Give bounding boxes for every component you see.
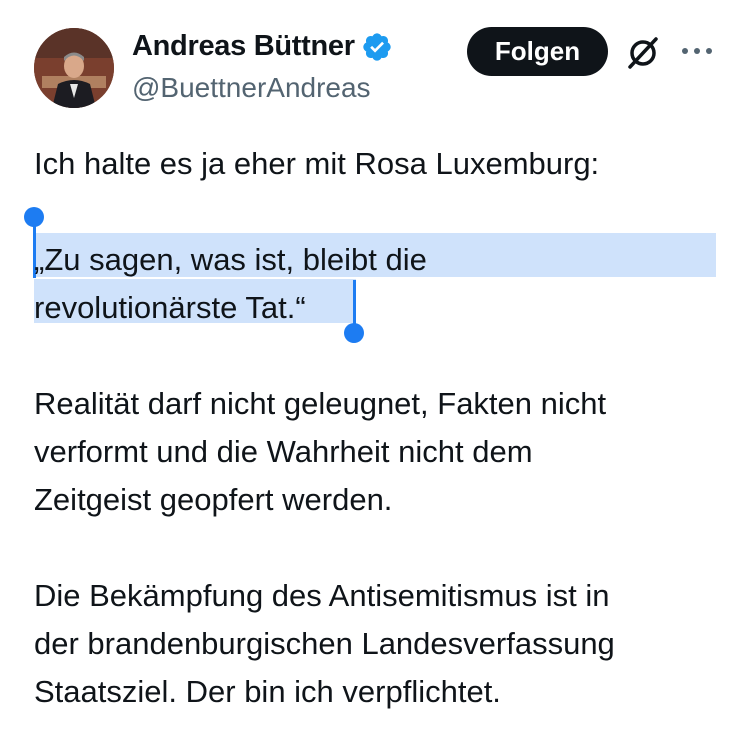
- avatar[interactable]: [34, 28, 114, 108]
- grok-icon[interactable]: [624, 34, 662, 72]
- selection-start-handle[interactable]: [24, 207, 44, 227]
- author-handle[interactable]: @BuettnerAndreas: [132, 72, 371, 104]
- tweet-body: Ich halte es ja eher mit Rosa Luxemburg:…: [24, 140, 724, 716]
- verified-badge-icon: [363, 32, 391, 61]
- follow-button[interactable]: Folgen: [467, 27, 608, 76]
- quote-line: „Zu sagen, was ist, bleibt die: [34, 242, 427, 277]
- quote-line: revolutionärste Tat.“: [34, 290, 306, 325]
- author-name-row: Andreas Büttner: [132, 30, 393, 63]
- tweet-paragraph: Realität darf nicht geleugnet, Fakten ni…: [34, 386, 607, 517]
- more-options-icon[interactable]: [680, 44, 714, 58]
- tweet-paragraph: Ich halte es ja eher mit Rosa Luxemburg:: [34, 146, 600, 181]
- tweet-paragraph: Die Bekämpfung des Antisemitismus ist in…: [34, 578, 615, 709]
- tweet-text[interactable]: Ich halte es ja eher mit Rosa Luxemburg:…: [24, 140, 724, 716]
- author-name[interactable]: Andreas Büttner: [132, 30, 355, 63]
